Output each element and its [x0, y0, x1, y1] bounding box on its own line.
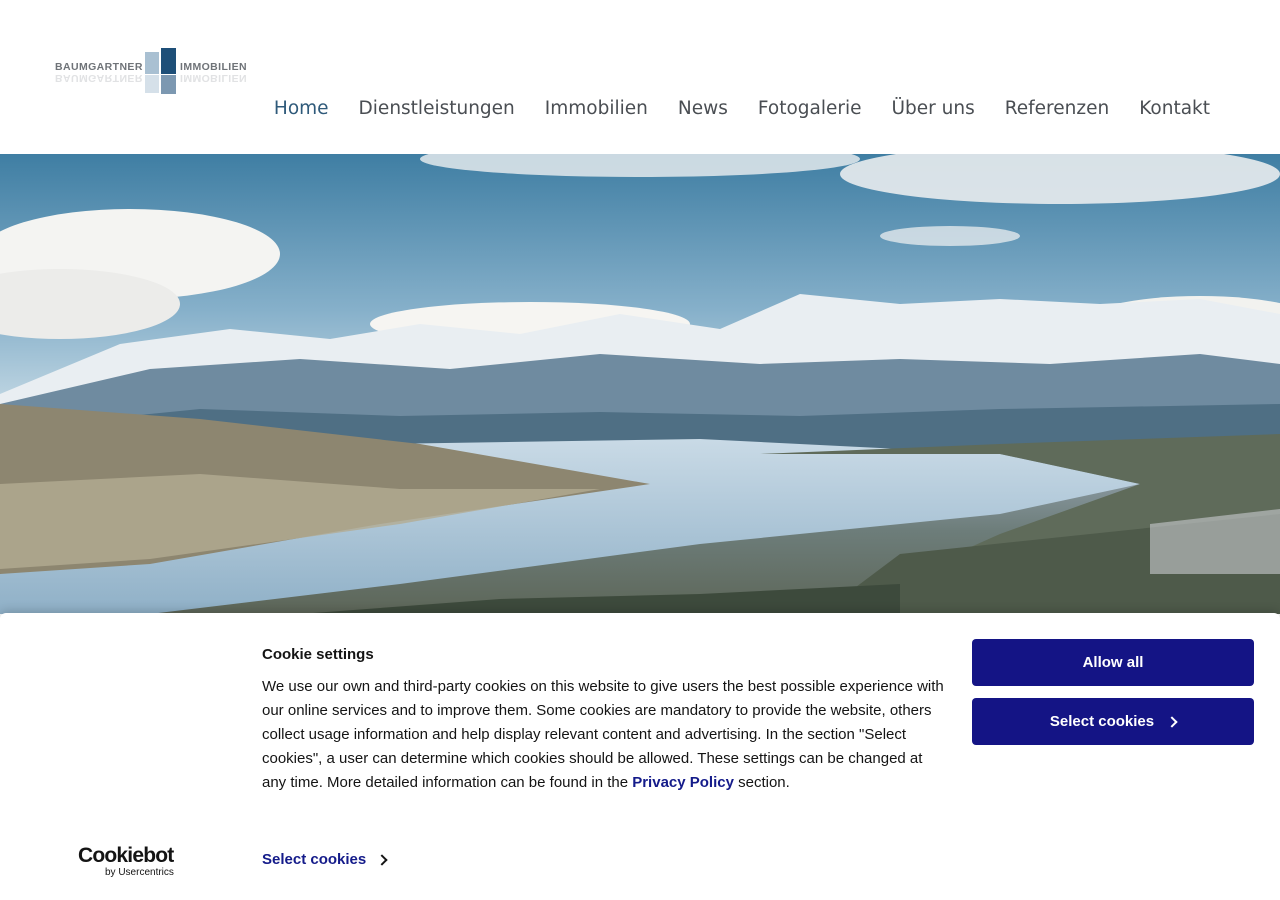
privacy-policy-link[interactable]: Privacy Policy: [632, 774, 734, 791]
nav-kontakt[interactable]: Kontakt: [1139, 96, 1210, 122]
select-cookies-link-label: Select cookies: [262, 851, 367, 868]
nav-immobilien[interactable]: Immobilien: [545, 96, 648, 122]
logo-reflection-left: BAUMGARTNER: [55, 72, 143, 84]
cookiebot-subtitle: by Usercentrics: [105, 867, 174, 878]
cookie-text-part2: section.: [733, 774, 790, 791]
hero-image: [0, 154, 1280, 614]
chevron-right-icon: [376, 853, 388, 866]
chevron-right-icon: [1166, 715, 1178, 728]
company-logo[interactable]: BAUMGARTNER BAUMGARTNER IMMOBILIEN IMMOB…: [55, 48, 250, 96]
cookie-title: Cookie settings: [262, 646, 374, 663]
nav-fotogalerie[interactable]: Fotogalerie: [758, 96, 862, 122]
lake-landscape-illustration: [0, 154, 1280, 614]
logo-reflection-right: IMMOBILIEN: [180, 72, 247, 84]
cookie-banner: Cookie settings We use our own and third…: [0, 613, 1280, 900]
select-cookies-button[interactable]: Select cookies: [972, 698, 1254, 745]
cookiebot-brand: Cookiebot: [78, 844, 174, 867]
nav-referenzen[interactable]: Referenzen: [1005, 96, 1109, 122]
cookie-description: We use our own and third-party cookies o…: [262, 675, 947, 795]
main-nav: Home Dienstleistungen Immobilien News Fo…: [244, 96, 1210, 122]
building-logo-icon: [145, 48, 176, 94]
nav-home[interactable]: Home: [274, 96, 329, 122]
allow-all-label: Allow all: [1082, 654, 1144, 671]
select-cookies-button-label: Select cookies: [1049, 713, 1155, 730]
site-header: BAUMGARTNER BAUMGARTNER IMMOBILIEN IMMOB…: [0, 0, 1280, 154]
cookiebot-logo[interactable]: Cookiebot by Usercentrics: [78, 845, 188, 879]
cookie-text-part1: We use our own and third-party cookies o…: [262, 678, 944, 791]
nav-news[interactable]: News: [678, 96, 728, 122]
select-cookies-link[interactable]: Select cookies: [262, 851, 388, 868]
allow-all-button[interactable]: Allow all: [972, 639, 1254, 686]
nav-ueber-uns[interactable]: Über uns: [892, 96, 975, 122]
nav-dienstleistungen[interactable]: Dienstleistungen: [359, 96, 515, 122]
